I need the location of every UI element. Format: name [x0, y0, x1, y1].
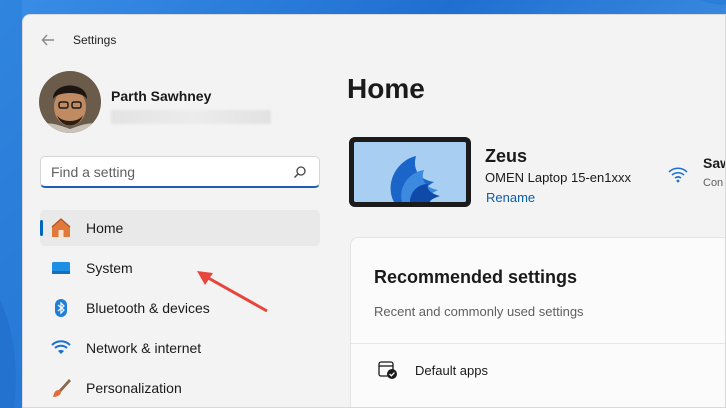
sidebar-item-label: Bluetooth & devices: [86, 300, 210, 316]
arrow-left-icon: [41, 34, 54, 46]
recommended-title: Recommended settings: [374, 267, 578, 287]
search-icon: [294, 166, 306, 178]
recommended-item-label: Default apps: [415, 362, 488, 378]
recommended-header: Recommended settings Recent and commonly…: [351, 238, 725, 344]
settings-window: Settings Parth Sawhney Find a setting Ho…: [22, 14, 726, 408]
wifi-status: Con: [703, 177, 724, 189]
wifi-icon: [668, 167, 688, 183]
recommended-subtitle: Recent and commonly used settings: [374, 304, 584, 319]
annotation-arrow: [197, 271, 268, 313]
device-thumbnail: [349, 137, 471, 207]
rename-link[interactable]: Rename: [486, 190, 535, 205]
search-input[interactable]: [51, 163, 291, 180]
sidebar-item-label: Personalization: [86, 380, 182, 396]
avatar-photo: [39, 71, 101, 133]
sidebar-item-label: Network & internet: [86, 340, 202, 356]
sidebar-item-label: Home: [86, 220, 124, 236]
back-button[interactable]: [37, 29, 59, 51]
page-title: Home: [347, 73, 425, 104]
sidebar-item-system[interactable]: System: [40, 250, 320, 286]
title-bar: Settings: [23, 15, 725, 65]
sidebar-item-personalization[interactable]: Personalization: [40, 370, 320, 406]
wifi-network-name[interactable]: Saw: [703, 155, 725, 171]
device-name: Zeus: [485, 146, 528, 166]
network-icon: [50, 337, 72, 359]
recommended-settings-card: Recommended settings Recent and commonly…: [350, 237, 725, 407]
avatar[interactable]: [39, 71, 101, 133]
sidebar-item-home[interactable]: Home: [40, 210, 320, 246]
recommended-item-default-apps[interactable]: Default apps: [351, 345, 725, 395]
device-wallpaper-image: [354, 142, 466, 202]
profile-email-redacted: [111, 110, 271, 124]
sidebar-item-bluetooth[interactable]: Bluetooth & devices: [40, 290, 320, 326]
sidebar-item-network[interactable]: Network & internet: [40, 330, 320, 366]
device-model: OMEN Laptop 15-en1xxx: [485, 170, 631, 185]
search-box[interactable]: [40, 156, 320, 188]
bluetooth-icon: [50, 297, 72, 319]
profile-name: Parth Sawhney: [111, 88, 212, 104]
system-icon: [50, 257, 72, 279]
app-title: Settings: [73, 33, 117, 47]
sidebar-item-label: System: [86, 260, 133, 276]
home-icon: [50, 217, 72, 239]
default-apps-icon: [378, 361, 397, 379]
brush-icon: [50, 377, 72, 399]
sidebar-nav: Home System Bluetooth & devices Network …: [40, 210, 320, 407]
